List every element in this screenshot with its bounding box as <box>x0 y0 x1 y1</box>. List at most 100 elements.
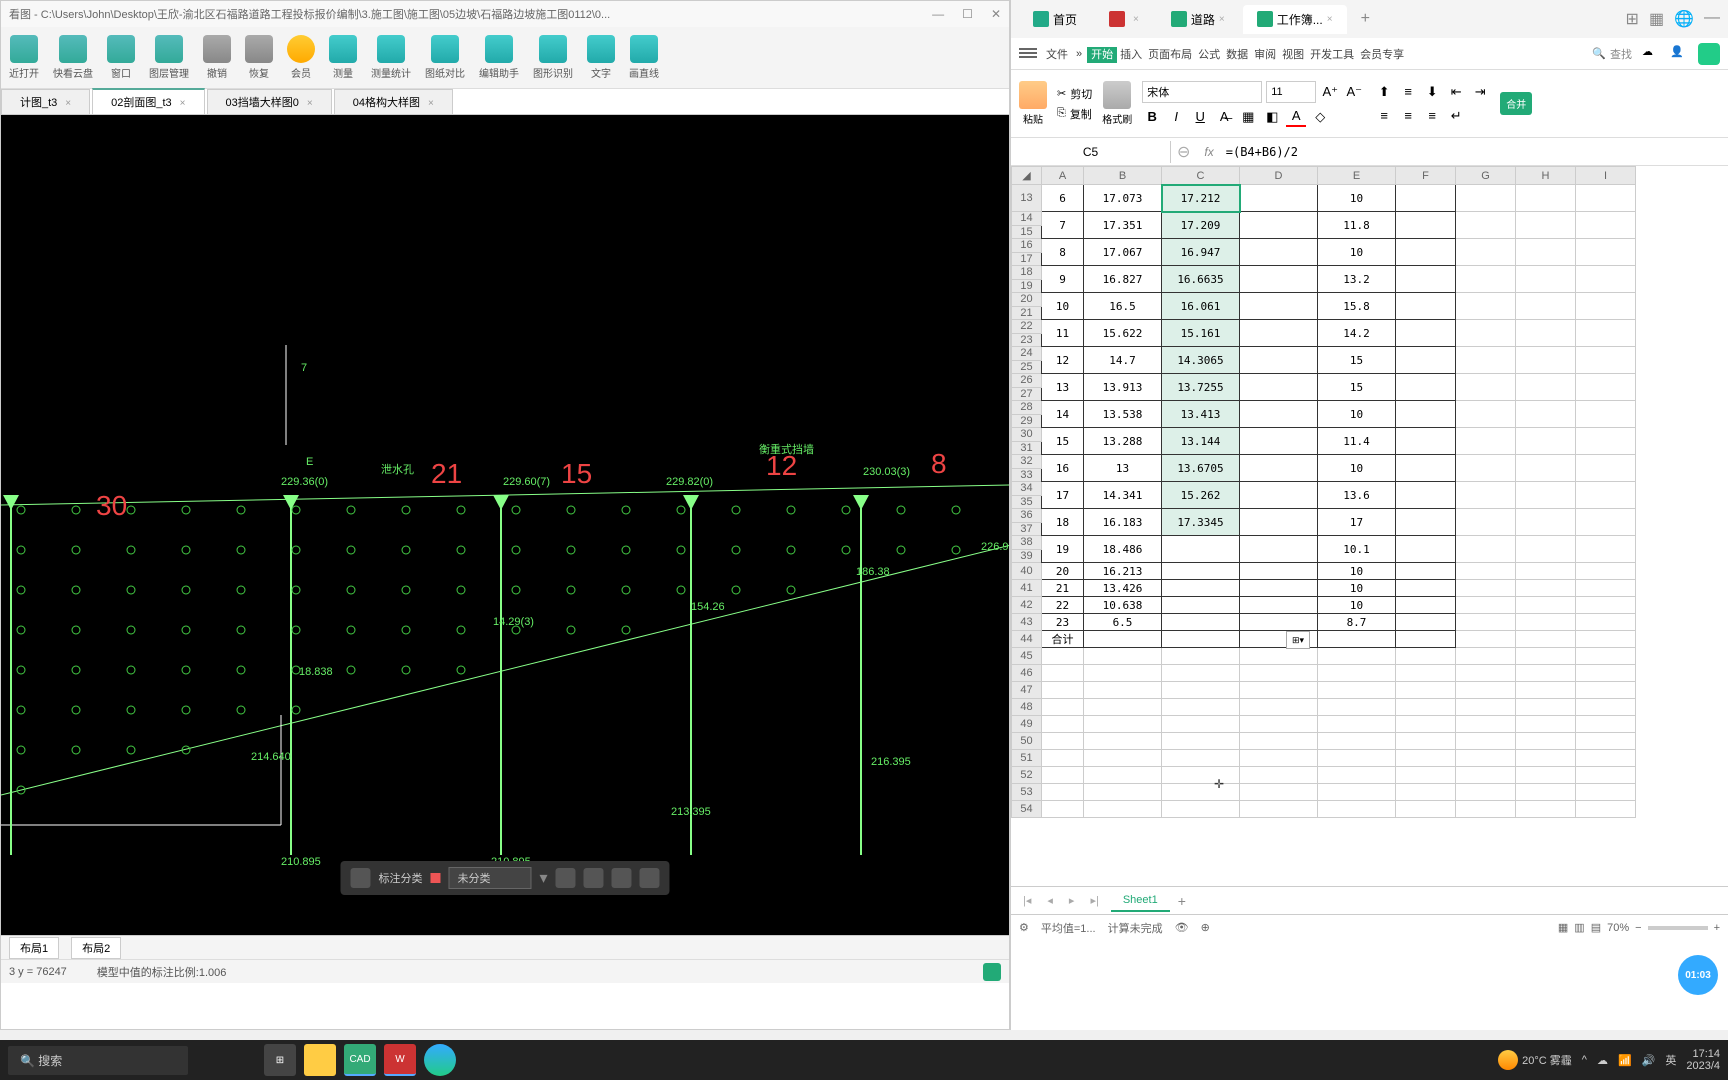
cell[interactable]: 13.426 <box>1084 580 1162 597</box>
row-header[interactable]: 42 <box>1012 597 1042 614</box>
cell[interactable] <box>1240 293 1318 320</box>
cell[interactable] <box>1162 784 1240 801</box>
cell[interactable] <box>1162 563 1240 580</box>
cell[interactable] <box>1516 320 1576 347</box>
cell[interactable] <box>1396 767 1456 784</box>
cell[interactable]: 18.486 <box>1084 536 1162 563</box>
cell[interactable] <box>1240 536 1318 563</box>
cell[interactable] <box>1456 293 1516 320</box>
category-select[interactable]: 未分类 <box>448 867 531 889</box>
row-header[interactable]: 36 <box>1012 509 1042 523</box>
cell[interactable]: 14.2 <box>1318 320 1396 347</box>
cell[interactable] <box>1516 665 1576 682</box>
cell[interactable] <box>1084 784 1162 801</box>
cell[interactable] <box>1456 266 1516 293</box>
row-header[interactable]: 28 <box>1012 401 1042 415</box>
cell[interactable] <box>1456 347 1516 374</box>
row-header[interactable]: 18 <box>1012 266 1042 280</box>
cell[interactable] <box>1456 631 1516 648</box>
cell[interactable] <box>1084 665 1162 682</box>
cell[interactable]: 13 <box>1042 374 1084 401</box>
cell[interactable] <box>1456 767 1516 784</box>
cell[interactable] <box>1456 320 1516 347</box>
cell[interactable] <box>1456 597 1516 614</box>
cell[interactable] <box>1516 648 1576 665</box>
cell[interactable] <box>1396 509 1456 536</box>
cell[interactable] <box>1396 801 1456 818</box>
cell[interactable] <box>1456 563 1516 580</box>
cell[interactable]: 16.6635 <box>1162 266 1240 293</box>
toolbar-撤销[interactable]: 撤销 <box>203 35 231 80</box>
cell[interactable]: 13.6 <box>1318 482 1396 509</box>
cell[interactable]: 10.1 <box>1318 536 1396 563</box>
cell[interactable] <box>1396 185 1456 212</box>
row-header[interactable]: 25 <box>1012 360 1042 374</box>
indent-left-icon[interactable]: ⇤ <box>1446 82 1466 102</box>
settings-icon[interactable]: ⚙ <box>1019 921 1029 934</box>
cell[interactable] <box>1576 580 1636 597</box>
cell[interactable] <box>1240 767 1318 784</box>
cell[interactable] <box>1396 212 1456 239</box>
cell[interactable] <box>1576 563 1636 580</box>
zoom-slider[interactable] <box>1648 926 1708 930</box>
toolbar-快看云盘[interactable]: 快看云盘 <box>53 35 93 80</box>
cell[interactable] <box>1576 767 1636 784</box>
cell[interactable]: 11 <box>1042 320 1084 347</box>
fontcolor-icon[interactable]: A <box>1286 107 1306 127</box>
cell[interactable] <box>1162 631 1240 648</box>
cell[interactable]: 17.073 <box>1084 185 1162 212</box>
cell[interactable]: 10.638 <box>1084 597 1162 614</box>
cell[interactable] <box>1516 631 1576 648</box>
cell[interactable] <box>1576 185 1636 212</box>
cell[interactable] <box>1318 631 1396 648</box>
spreadsheet-grid[interactable]: ◢ABCDEFGHI13617.07317.2121014717.35117.2… <box>1011 166 1728 886</box>
cell[interactable] <box>1516 750 1576 767</box>
menu-视图[interactable]: 视图 <box>1279 47 1307 63</box>
cell[interactable]: 11.4 <box>1318 428 1396 455</box>
search-box[interactable]: 🔍 查找 <box>1592 46 1632 62</box>
menu-公式[interactable]: 公式 <box>1195 47 1223 63</box>
view-normal-icon[interactable]: ▦ <box>1558 921 1568 934</box>
share-icon[interactable] <box>1698 43 1720 65</box>
row-header[interactable]: 45 <box>1012 648 1042 665</box>
cell[interactable]: 14.3065 <box>1162 347 1240 374</box>
cell[interactable] <box>1396 482 1456 509</box>
explorer-icon[interactable] <box>304 1044 336 1076</box>
cell[interactable]: 9 <box>1042 266 1084 293</box>
cell[interactable]: 13.538 <box>1084 401 1162 428</box>
select-all[interactable]: ◢ <box>1012 167 1042 185</box>
cell[interactable] <box>1576 212 1636 239</box>
cell[interactable]: 13.144 <box>1162 428 1240 455</box>
row-header[interactable]: 43 <box>1012 614 1042 631</box>
cell[interactable] <box>1240 784 1318 801</box>
cell[interactable] <box>1576 682 1636 699</box>
indent-right-icon[interactable]: ⇥ <box>1470 82 1490 102</box>
col-header[interactable]: A <box>1042 167 1084 185</box>
volume-icon[interactable]: 🔊 <box>1642 1054 1656 1067</box>
row-header[interactable]: 39 <box>1012 549 1042 563</box>
cell[interactable]: 10 <box>1318 563 1396 580</box>
cell[interactable] <box>1042 733 1084 750</box>
cell[interactable] <box>1576 320 1636 347</box>
workbook-tab[interactable]: × <box>1095 5 1153 33</box>
cell[interactable] <box>1516 699 1576 716</box>
cell[interactable] <box>1456 750 1516 767</box>
cell[interactable]: 23 <box>1042 614 1084 631</box>
workbook-tab[interactable]: 工作簿... × <box>1243 5 1347 34</box>
cell[interactable]: 16.827 <box>1084 266 1162 293</box>
cell[interactable] <box>1456 374 1516 401</box>
cell[interactable] <box>1084 648 1162 665</box>
cell[interactable]: 15 <box>1318 347 1396 374</box>
row-header[interactable]: 46 <box>1012 665 1042 682</box>
cell[interactable] <box>1162 767 1240 784</box>
cell[interactable] <box>1240 733 1318 750</box>
menu-file[interactable]: 文件 <box>1043 44 1071 64</box>
cell[interactable] <box>1396 750 1456 767</box>
menu-数据[interactable]: 数据 <box>1223 47 1251 63</box>
row-header[interactable]: 23 <box>1012 333 1042 347</box>
cell[interactable]: 15.622 <box>1084 320 1162 347</box>
cell[interactable] <box>1240 597 1318 614</box>
cell[interactable] <box>1396 682 1456 699</box>
cell[interactable] <box>1396 733 1456 750</box>
cell[interactable] <box>1456 733 1516 750</box>
